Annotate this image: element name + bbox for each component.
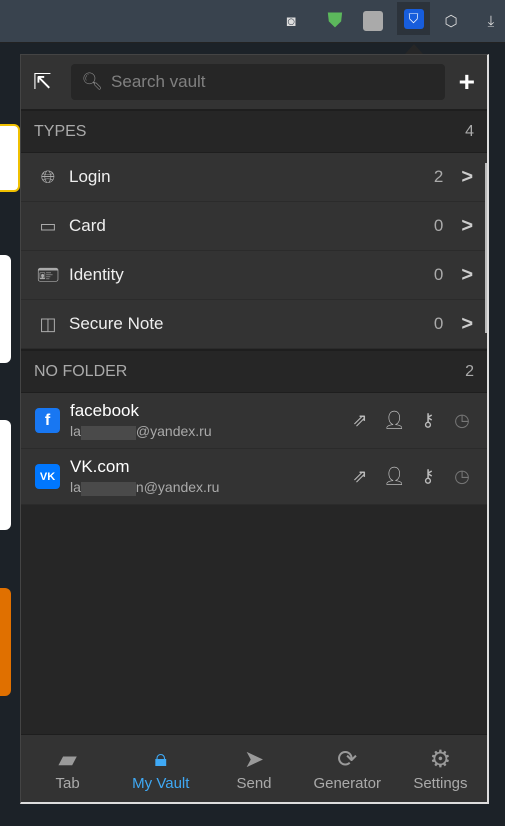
nav-generator[interactable]: ⟳ Generator [301, 735, 394, 802]
background-page-card [0, 255, 11, 363]
launch-icon[interactable]: ⇗ [349, 410, 371, 431]
type-label: Identity [69, 265, 124, 284]
username-suffix: n@yandex.ru [135, 479, 220, 496]
chevron-right-icon: > [461, 312, 473, 335]
type-count: 0 [433, 265, 444, 284]
copy-username-icon[interactable]: 👤︎ [383, 466, 406, 487]
section-count: 2 [465, 362, 474, 380]
type-count: 0 [433, 314, 444, 333]
facebook-icon: f [35, 408, 60, 433]
id-card-icon: 🪪︎ [36, 264, 60, 285]
download-icon[interactable]: ⤓ [476, 6, 505, 36]
bottom-nav: ▰ Tab 🔒︎ My Vault ➤ Send ⟳ Generator ⚙ Settin… [21, 734, 487, 802]
section-title: TYPES [34, 122, 87, 140]
nav-settings[interactable]: ⚙ Settings [394, 735, 487, 802]
vk-icon: VK [35, 464, 60, 489]
chevron-right-icon: > [461, 263, 473, 286]
clock-icon[interactable]: ◷ [451, 410, 473, 431]
types-section-header: TYPES 4 [21, 109, 487, 153]
item-name: VK.com [70, 457, 130, 477]
nav-tab[interactable]: ▰ Tab [21, 735, 114, 802]
popup-header: ⇱ 🔍︎ + [21, 55, 487, 109]
type-count: 2 [433, 167, 444, 186]
section-count: 4 [465, 122, 474, 140]
gears-icon: ⚙ [429, 746, 452, 773]
type-card[interactable]: ▭ Card 0 > [21, 202, 487, 251]
cube-icon[interactable]: ⬡ [436, 6, 466, 36]
vault-item-vk[interactable]: VK VK.com la n@yandex.ru ⇗ 👤︎ ⚷ ◷ [21, 449, 487, 505]
username-suffix: @yandex.ru [135, 423, 212, 440]
lock-icon: 🔒︎ [154, 745, 168, 772]
nav-label: Generator [313, 775, 381, 792]
camera-icon[interactable]: ◙ [276, 6, 306, 36]
item-username: la @yandex.ru [70, 423, 349, 440]
copy-password-icon[interactable]: ⚷ [417, 410, 439, 431]
item-username: la n@yandex.ru [70, 479, 349, 496]
extension-touch-icon[interactable] [358, 6, 388, 36]
no-folder-section-header: NO FOLDER 2 [21, 349, 487, 393]
copy-username-icon[interactable]: 👤︎ [383, 410, 406, 431]
refresh-icon: ⟳ [337, 746, 358, 773]
chevron-right-icon: > [461, 165, 473, 188]
vault-item-facebook[interactable]: f facebook la @yandex.ru ⇗ 👤︎ ⚷ ◷ [21, 393, 487, 449]
popup-caret [405, 44, 423, 54]
adguard-shield-icon[interactable]: ⛊ [320, 6, 350, 36]
search-box[interactable]: 🔍︎ [71, 64, 445, 100]
bitwarden-popup: ⇱ 🔍︎ + TYPES 4 🌐︎ Login 2 > ▭ Card 0 > 🪪︎ Ident… [20, 54, 489, 804]
item-name: facebook [70, 401, 139, 421]
paper-plane-icon: ➤ [243, 746, 265, 773]
type-label: Card [69, 216, 106, 235]
background-page-card [0, 124, 20, 192]
username-prefix: la [70, 423, 81, 440]
browser-toolbar: ◙ ⛊ ⛉ ⬡ ⤓ [0, 0, 505, 43]
bitwarden-extension-icon[interactable]: ⛉ [397, 2, 430, 35]
nav-my-vault[interactable]: 🔒︎ My Vault [114, 735, 207, 802]
nav-label: Tab [55, 775, 80, 792]
background-page-card [0, 588, 11, 696]
popout-icon[interactable]: ⇱ [33, 69, 51, 95]
scrollbar[interactable] [485, 163, 487, 333]
clock-icon[interactable]: ◷ [451, 466, 473, 487]
nav-send[interactable]: ➤ Send [207, 735, 300, 802]
sticky-note-icon: ◫ [39, 313, 57, 334]
folder-icon: ▰ [58, 746, 77, 773]
launch-icon[interactable]: ⇗ [349, 466, 371, 487]
section-title: NO FOLDER [34, 362, 128, 380]
search-icon: 🔍︎ [81, 72, 104, 91]
globe-icon: 🌐︎ [40, 166, 56, 187]
type-secure-note[interactable]: ◫ Secure Note 0 > [21, 300, 487, 349]
redaction [80, 481, 136, 496]
credit-card-icon: ▭ [39, 215, 57, 236]
search-input[interactable] [111, 72, 435, 92]
username-prefix: la [70, 479, 81, 496]
add-item-button[interactable]: + [459, 66, 475, 98]
nav-label: Settings [413, 775, 468, 792]
type-label: Secure Note [69, 314, 164, 333]
redaction [80, 425, 136, 440]
type-login[interactable]: 🌐︎ Login 2 > [21, 153, 487, 202]
chevron-right-icon: > [461, 214, 473, 237]
copy-password-icon[interactable]: ⚷ [417, 466, 439, 487]
type-identity[interactable]: 🪪︎ Identity 0 > [21, 251, 487, 300]
type-label: Login [69, 167, 111, 186]
background-page-card [0, 420, 11, 530]
type-count: 0 [433, 216, 444, 235]
nav-label: Send [236, 775, 272, 792]
nav-label: My Vault [132, 775, 190, 792]
